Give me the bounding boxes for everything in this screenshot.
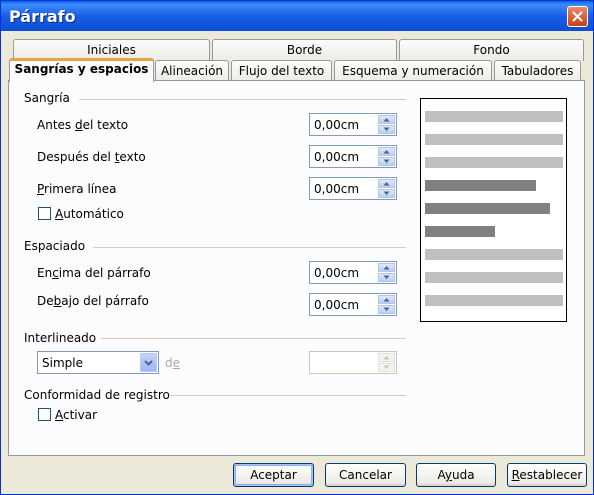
preview-line — [425, 272, 563, 283]
encima-del-parrafo-spinner[interactable]: 0,00cm — [309, 261, 397, 284]
spin-down-button[interactable] — [378, 273, 395, 282]
label-debajo-del-parrafo: Debajo del párrafo — [37, 294, 149, 308]
preview-line — [425, 111, 563, 122]
spin-up-button[interactable] — [378, 263, 395, 272]
debajo-del-parrafo-spinner[interactable]: 0,00cm — [309, 293, 397, 316]
divider — [169, 395, 406, 396]
tab-sangrias-espacios[interactable]: Sangrías y espacios — [9, 58, 154, 82]
despues-del-texto-spinner[interactable]: 0,00cm — [309, 145, 397, 168]
tab-esquema-numeracion[interactable]: Esquema y numeración — [334, 60, 492, 82]
spin-up-button[interactable] — [378, 115, 395, 124]
cancelar-button[interactable]: Cancelar — [325, 463, 406, 487]
preview-line — [425, 157, 563, 168]
tab-tabuladores[interactable]: Tabuladores — [494, 60, 581, 82]
section-espaciado-title: Espaciado — [24, 239, 86, 253]
primera-linea-spinner[interactable]: 0,00cm — [309, 177, 397, 200]
tab-alineacion[interactable]: Alineación — [155, 60, 229, 82]
antes-del-texto-spinner[interactable]: 0,00cm — [309, 113, 397, 136]
interlineado-select[interactable]: Simple — [37, 351, 159, 374]
activar-checkbox[interactable] — [38, 408, 51, 421]
label-activar: Activar — [55, 408, 98, 422]
interlineado-de-spinner[interactable] — [309, 351, 397, 374]
tab-borde[interactable]: Borde — [212, 39, 397, 61]
aceptar-button[interactable]: Aceptar — [233, 463, 314, 487]
spin-up-button[interactable] — [378, 179, 395, 188]
window-title: Párrafo — [9, 7, 76, 26]
label-despues-del-texto: Después del texto — [37, 150, 146, 164]
spin-up-button[interactable] — [378, 147, 395, 156]
paragraph-preview — [420, 98, 567, 322]
title-bar[interactable]: Párrafo — [1, 1, 593, 31]
paragraph-dialog: Párrafo Iniciales Borde Fondo Sangrías y… — [0, 0, 594, 495]
spin-down-button[interactable] — [378, 305, 395, 314]
spin-down-button[interactable] — [378, 157, 395, 166]
despues-del-texto-value: 0,00cm — [314, 150, 360, 164]
antes-del-texto-value: 0,00cm — [314, 118, 360, 132]
spin-down-button[interactable] — [378, 363, 395, 372]
label-de: de — [165, 356, 181, 370]
label-encima-del-parrafo: Encima del párrafo — [37, 266, 151, 280]
spin-up-button[interactable] — [378, 353, 395, 362]
ayuda-button[interactable]: Ayuda — [416, 463, 496, 487]
close-icon — [572, 11, 583, 22]
divider — [101, 338, 406, 339]
spin-down-button[interactable] — [378, 125, 395, 134]
preview-line — [425, 295, 563, 306]
debajo-del-parrafo-value: 0,00cm — [314, 298, 360, 312]
label-antes-del-texto: Antes del texto — [37, 118, 129, 132]
divider — [79, 99, 406, 100]
preview-line-current — [425, 203, 550, 214]
preview-line-current — [425, 180, 536, 191]
preview-line — [425, 134, 563, 145]
label-automatico: Automático — [55, 207, 124, 221]
close-button[interactable] — [567, 6, 588, 27]
divider — [93, 247, 406, 248]
section-sangria-title: Sangría — [24, 91, 70, 105]
encima-del-parrafo-value: 0,00cm — [314, 266, 360, 280]
tab-flujo-texto[interactable]: Flujo del texto — [231, 60, 332, 82]
section-registro-title: Conformidad de registro — [24, 388, 170, 402]
spin-down-button[interactable] — [378, 189, 395, 198]
primera-linea-value: 0,00cm — [314, 182, 360, 196]
spin-up-button[interactable] — [378, 295, 395, 304]
tab-fondo[interactable]: Fondo — [399, 39, 584, 61]
label-primera-linea: Primera línea — [37, 182, 117, 196]
restablecer-button[interactable]: Restablecer — [507, 463, 587, 487]
automatico-checkbox[interactable] — [38, 207, 51, 220]
interlineado-selected-value: Simple — [42, 356, 83, 370]
section-interlineado-title: Interlineado — [24, 331, 97, 345]
chevron-down-icon[interactable] — [140, 353, 157, 372]
preview-line — [425, 249, 563, 260]
preview-line-current — [425, 226, 495, 237]
